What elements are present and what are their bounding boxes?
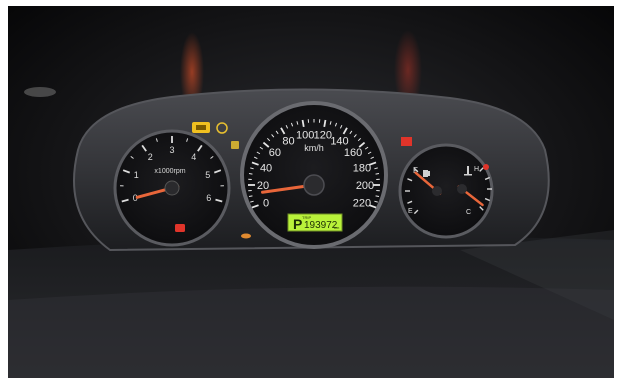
- speedo-tick: [375, 173, 380, 175]
- fuel-temp-gauge: F E H C: [398, 143, 494, 239]
- speedo-label: 140: [330, 136, 348, 148]
- speedo-label: 200: [356, 180, 374, 192]
- engine-warning-icon: [192, 122, 210, 133]
- speedo-label: 20: [257, 180, 269, 192]
- temp-hot-label: H: [474, 166, 479, 173]
- airbag-warning-icon: [241, 233, 251, 239]
- tach-label: 2: [148, 152, 153, 162]
- tach-unit-label: x1000rpm: [154, 168, 185, 175]
- speedo-label: 100: [296, 130, 314, 142]
- tach-label: 4: [191, 152, 196, 162]
- instrument-cluster-photo: 0 12 3 45 6 x1000rpm 0 20 40 6080100 120140160 18…: [0, 0, 622, 385]
- speedo-tick: [323, 119, 327, 128]
- gear-indicator: P: [293, 216, 302, 232]
- speedo-tick: [248, 195, 253, 197]
- speedo-label: 40: [260, 162, 272, 174]
- seatbelt-warning-icon: [175, 224, 185, 232]
- oil-pressure-icon: [231, 141, 239, 149]
- speedo-label: 160: [344, 147, 362, 159]
- tach-label: 6: [206, 193, 211, 203]
- speedo-label: 220: [353, 197, 371, 209]
- speedo-unit-label: km/h: [304, 143, 324, 153]
- temp-cold-label: C: [466, 209, 471, 216]
- tach-label: 3: [169, 145, 174, 155]
- speedo-label: 80: [282, 136, 294, 148]
- speedo-tick: [301, 119, 305, 128]
- tach-label: 5: [205, 170, 210, 180]
- speedo-label: 180: [353, 162, 371, 174]
- tach-label: 1: [134, 170, 139, 180]
- fuel-pump-icon: [423, 170, 430, 177]
- temp-warning-dot: [483, 164, 489, 170]
- odometer-reading: 193972: [304, 220, 338, 231]
- speedo-label: 120: [314, 130, 332, 142]
- battery-warning-icon: [401, 137, 412, 146]
- speedometer: 0 20 40 6080100 120140160 180 200 220 km/h P TR…: [240, 101, 388, 249]
- fuel-empty-label: E: [408, 208, 413, 215]
- speedo-tick: [248, 173, 253, 175]
- tachometer: 0123456 x1000rpm: [113, 129, 231, 247]
- odometer-display: P TRIP 193972 km: [287, 213, 343, 232]
- speedo-label: 60: [269, 147, 281, 159]
- speedo-tick: [375, 195, 380, 197]
- speedo-label: 0: [263, 197, 269, 209]
- odometer-unit: km: [334, 225, 340, 230]
